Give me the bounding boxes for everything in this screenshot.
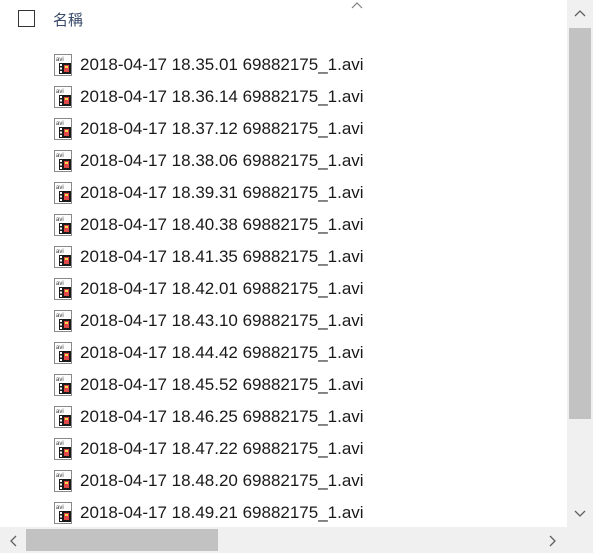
file-name[interactable]: 2018-04-17 18.48.20 69882175_1.avi — [80, 471, 364, 491]
chevron-up-icon — [351, 2, 363, 9]
svg-text:avi: avi — [56, 121, 64, 127]
scroll-right-arrow-icon[interactable] — [546, 533, 560, 549]
svg-text:avi: avi — [56, 409, 64, 415]
file-row[interactable]: avi 2018-04-17 18.43.10 69882175_1.avi — [0, 304, 567, 336]
column-header: 名稱 — [0, 0, 567, 38]
svg-text:avi: avi — [56, 377, 64, 383]
svg-text:avi: avi — [56, 249, 64, 255]
avi-video-file-icon: avi — [52, 214, 74, 236]
select-all-checkbox[interactable] — [18, 10, 35, 27]
svg-text:avi: avi — [56, 185, 64, 191]
file-row[interactable]: avi 2018-04-17 18.38.06 69882175_1.avi — [0, 144, 567, 176]
svg-text:avi: avi — [56, 313, 64, 319]
file-name[interactable]: 2018-04-17 18.47.22 69882175_1.avi — [80, 439, 364, 459]
file-row[interactable]: avi 2018-04-17 18.46.25 69882175_1.avi — [0, 400, 567, 432]
file-name[interactable]: 2018-04-17 18.45.52 69882175_1.avi — [80, 375, 364, 395]
horizontal-scroll-thumb[interactable] — [26, 529, 218, 551]
avi-video-file-icon: avi — [52, 118, 74, 140]
avi-video-file-icon: avi — [52, 182, 74, 204]
avi-video-file-icon: avi — [52, 438, 74, 460]
svg-text:avi: avi — [56, 89, 64, 95]
svg-text:avi: avi — [56, 57, 64, 63]
file-row[interactable]: avi 2018-04-17 18.45.52 69882175_1.avi — [0, 368, 567, 400]
file-name[interactable]: 2018-04-17 18.42.01 69882175_1.avi — [80, 279, 364, 299]
avi-video-file-icon: avi — [52, 310, 74, 332]
file-name[interactable]: 2018-04-17 18.40.38 69882175_1.avi — [80, 215, 364, 235]
avi-video-file-icon: avi — [52, 470, 74, 492]
avi-video-file-icon: avi — [52, 406, 74, 428]
svg-text:avi: avi — [56, 153, 64, 159]
file-row[interactable]: avi 2018-04-17 18.47.22 69882175_1.avi — [0, 432, 567, 464]
file-row[interactable]: avi 2018-04-17 18.49.21 69882175_1.avi — [0, 496, 567, 524]
avi-video-file-icon: avi — [52, 86, 74, 108]
avi-video-file-icon: avi — [52, 150, 74, 172]
file-name[interactable]: 2018-04-17 18.38.06 69882175_1.avi — [80, 151, 364, 171]
file-name[interactable]: 2018-04-17 18.43.10 69882175_1.avi — [80, 311, 364, 331]
file-name[interactable]: 2018-04-17 18.39.31 69882175_1.avi — [80, 183, 364, 203]
file-name[interactable]: 2018-04-17 18.49.21 69882175_1.avi — [80, 503, 364, 523]
file-row[interactable]: avi 2018-04-17 18.39.31 69882175_1.avi — [0, 176, 567, 208]
file-row[interactable]: avi 2018-04-17 18.48.20 69882175_1.avi — [0, 464, 567, 496]
name-column-header[interactable]: 名稱 — [53, 9, 83, 30]
file-name[interactable]: 2018-04-17 18.37.12 69882175_1.avi — [80, 119, 364, 139]
vertical-scroll-thumb[interactable] — [569, 28, 591, 419]
scroll-down-arrow-icon[interactable] — [572, 507, 588, 521]
avi-video-file-icon: avi — [52, 342, 74, 364]
svg-text:avi: avi — [56, 281, 64, 287]
svg-text:avi: avi — [56, 217, 64, 223]
file-name[interactable]: 2018-04-17 18.46.25 69882175_1.avi — [80, 407, 364, 427]
file-row[interactable]: avi 2018-04-17 18.42.01 69882175_1.avi — [0, 272, 567, 304]
svg-text:avi: avi — [56, 505, 64, 511]
avi-video-file-icon: avi — [52, 374, 74, 396]
file-name[interactable]: 2018-04-17 18.44.42 69882175_1.avi — [80, 343, 364, 363]
file-name[interactable]: 2018-04-17 18.35.01 69882175_1.avi — [80, 55, 364, 75]
svg-text:avi: avi — [56, 345, 64, 351]
file-row[interactable]: avi 2018-04-17 18.37.12 69882175_1.avi — [0, 112, 567, 144]
avi-video-file-icon: avi — [52, 54, 74, 76]
scroll-left-arrow-icon[interactable] — [6, 533, 20, 549]
svg-text:avi: avi — [56, 473, 64, 479]
avi-video-file-icon: avi — [52, 502, 74, 524]
file-row[interactable]: avi 2018-04-17 18.36.14 69882175_1.avi — [0, 80, 567, 112]
file-name[interactable]: 2018-04-17 18.41.35 69882175_1.avi — [80, 247, 364, 267]
file-row[interactable]: avi 2018-04-17 18.44.42 69882175_1.avi — [0, 336, 567, 368]
file-list: avi 2018-04-17 18.35.01 69882175_1.avi avi… — [0, 48, 567, 524]
avi-video-file-icon: avi — [52, 246, 74, 268]
scroll-up-arrow-icon[interactable] — [572, 6, 588, 20]
file-row[interactable]: avi 2018-04-17 18.40.38 69882175_1.avi — [0, 208, 567, 240]
scrollbar-corner — [567, 527, 593, 553]
file-row[interactable]: avi 2018-04-17 18.35.01 69882175_1.avi — [0, 48, 567, 80]
file-name[interactable]: 2018-04-17 18.36.14 69882175_1.avi — [80, 87, 364, 107]
svg-text:avi: avi — [56, 441, 64, 447]
file-row[interactable]: avi 2018-04-17 18.41.35 69882175_1.avi — [0, 240, 567, 272]
avi-video-file-icon: avi — [52, 278, 74, 300]
